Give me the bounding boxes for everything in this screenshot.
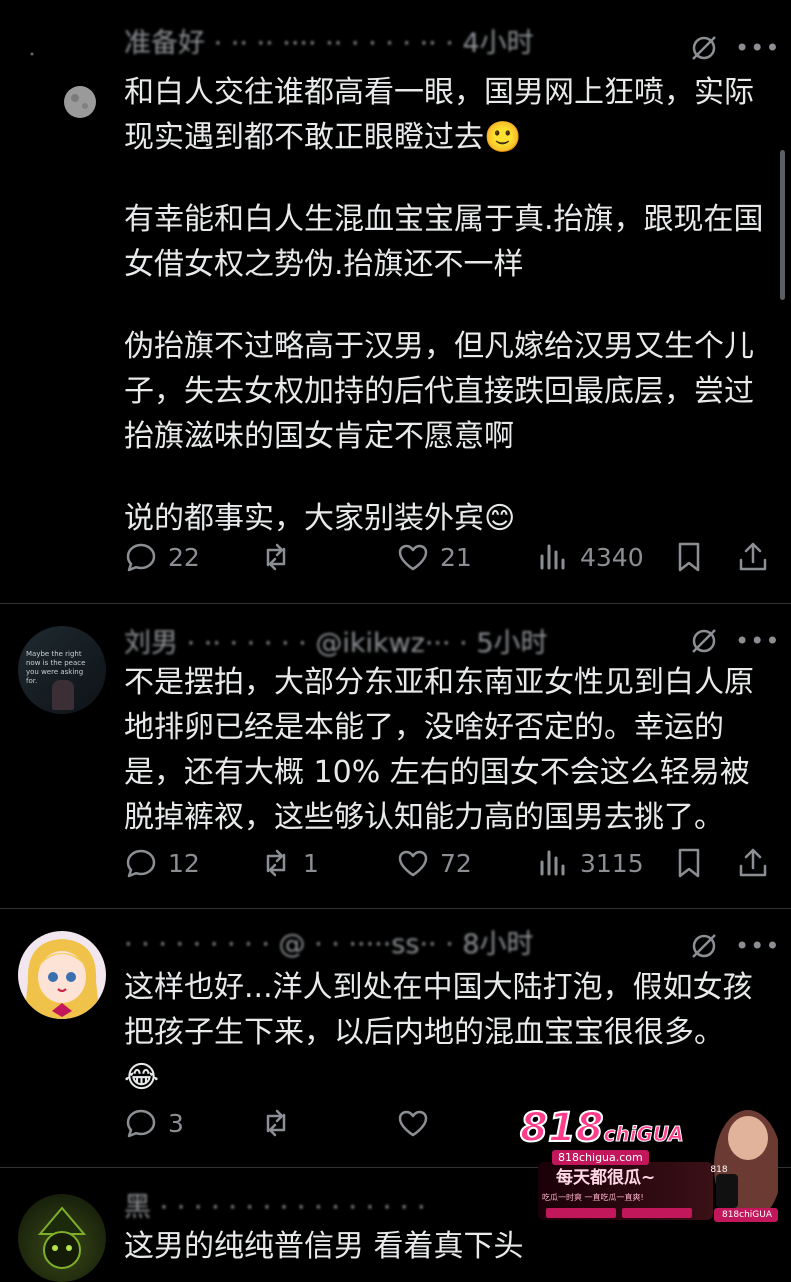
views-button[interactable]: 4340 xyxy=(536,535,644,579)
reply-icon xyxy=(126,1109,156,1138)
post-emoji: 😂 xyxy=(124,1060,160,1095)
more-options-icon[interactable]: ••• xyxy=(735,931,779,961)
ad-badge: 818 xyxy=(710,1165,728,1175)
post-header: 刘男 · ·· · · · · · @ikikwz··· · 5小时 xyxy=(124,628,548,659)
repost-button[interactable]: 1 xyxy=(259,841,319,885)
ad-brand: 818 xyxy=(519,1104,604,1152)
ad-banner[interactable]: 818chiGUA 818chigua.com 每天都很瓜~ 吃瓜一时爽 一直吃… xyxy=(516,1104,782,1222)
reply-icon xyxy=(126,543,156,572)
post-text: 和白人交往谁都高看一眼，国男网上狂喷，实际现实遇到都不敢正眼瞪过去🙂 有幸能和白… xyxy=(124,70,774,541)
reply-post[interactable]: 准备好 · ·· ·· ···· ·· · · · · ·· · 4小时 •••… xyxy=(0,0,791,604)
reply-button[interactable]: 3 xyxy=(124,1101,184,1145)
more-options-icon[interactable]: ••• xyxy=(735,626,779,656)
reply-icon xyxy=(126,849,156,878)
ad-corner-label: 818chiGUA xyxy=(721,1210,773,1220)
post-header: 准备好 · ·· ·· ···· ·· · · · · ·· · 4小时 xyxy=(124,28,534,59)
repost-icon xyxy=(266,1109,286,1137)
repost-icon xyxy=(266,849,286,877)
reply-post[interactable]: Maybe the right now is the peace you wer… xyxy=(0,604,791,909)
like-count: 21 xyxy=(440,542,472,572)
bookmark-button[interactable] xyxy=(672,841,706,885)
repost-icon xyxy=(266,543,286,571)
view-count: 4340 xyxy=(580,542,644,572)
grok-icon[interactable] xyxy=(689,33,719,63)
avatar[interactable]: Maybe the right now is the peace you wer… xyxy=(18,626,106,714)
view-count: 3115 xyxy=(580,848,644,878)
post-paragraph: 这样也好...洋人到处在中国大陆打泡，假如女孩把孩子生下来，以后内地的混血宝宝很… xyxy=(124,970,753,1050)
avatar-anime-girl[interactable] xyxy=(18,931,106,1019)
post-actions: 12 1 72 3115 xyxy=(124,841,774,885)
views-icon xyxy=(540,544,565,570)
post-text: 这样也好...洋人到处在中国大陆打泡，假如女孩把孩子生下来，以后内地的混血宝宝很… xyxy=(124,965,774,1100)
avatar[interactable] xyxy=(18,1194,106,1282)
heart-icon xyxy=(398,544,428,571)
ad-slogan: 每天都很瓜~ xyxy=(556,1168,656,1188)
reply-count: 22 xyxy=(168,542,200,572)
views-icon xyxy=(540,850,565,876)
share-button[interactable] xyxy=(736,535,770,579)
reply-button[interactable]: 22 xyxy=(124,535,200,579)
more-options-icon[interactable]: ••• xyxy=(735,33,779,63)
bookmark-button[interactable] xyxy=(672,535,706,579)
repost-button[interactable] xyxy=(259,1101,293,1145)
share-button[interactable] xyxy=(736,841,770,885)
scrollbar[interactable] xyxy=(780,150,785,300)
heart-icon xyxy=(398,1110,428,1137)
ad-brand-suffix: chiGUA xyxy=(603,1122,684,1147)
share-icon xyxy=(739,848,767,877)
post-paragraph: 和白人交往谁都高看一眼，国男网上狂喷，实际现实遇到都不敢正眼瞪过去🙂 xyxy=(124,75,754,155)
reply-button[interactable]: 12 xyxy=(124,841,200,885)
post-text: 不是摆拍，大部分东亚和东南亚女性见到白人原地排卵已经是本能了，没啥好否定的。幸运… xyxy=(124,660,774,840)
post-actions: 22 21 4340 xyxy=(124,535,774,579)
views-button[interactable]: 3115 xyxy=(536,841,644,885)
post-text: 这男的纯纯普信男 看着真下头 xyxy=(124,1224,774,1269)
like-button[interactable]: 72 xyxy=(396,841,472,885)
repost-button[interactable] xyxy=(259,535,303,579)
post-paragraph: 有幸能和白人生混血宝宝属于真.抬旗，跟现在国女借女权之势伪.抬旗还不一样 xyxy=(124,202,764,282)
grok-icon[interactable] xyxy=(689,626,719,656)
like-button[interactable] xyxy=(396,1101,430,1145)
reply-count: 3 xyxy=(168,1108,184,1138)
bookmark-icon xyxy=(678,542,700,572)
avatar-moon[interactable] xyxy=(0,22,110,132)
post-paragraph: 这男的纯纯普信男 看着真下头 xyxy=(124,1229,524,1264)
bookmark-icon xyxy=(678,848,700,878)
repost-count: 1 xyxy=(303,848,319,878)
post-paragraph: 不是摆拍，大部分东亚和东南亚女性见到白人原地排卵已经是本能了，没啥好否定的。幸运… xyxy=(124,665,754,835)
like-count: 72 xyxy=(440,848,472,878)
post-paragraph: 伪抬旗不过略高于汉男，但凡嫁给汉男又生个儿子，失去女权加持的后代直接跌回最底层，… xyxy=(124,329,754,454)
reply-count: 12 xyxy=(168,848,200,878)
ad-tagline: 吃瓜一时爽 一直吃瓜一直爽! xyxy=(542,1193,644,1202)
ad-url: 818chigua.com xyxy=(552,1150,649,1165)
share-icon xyxy=(739,542,767,571)
like-button[interactable]: 21 xyxy=(396,535,472,579)
post-header: · · · · · · · · · @ · · ·····ss·· · 8小时 xyxy=(124,929,534,960)
grok-icon[interactable] xyxy=(689,931,719,961)
ad-logo: 818chiGUA xyxy=(519,1104,684,1152)
heart-icon xyxy=(398,850,428,877)
